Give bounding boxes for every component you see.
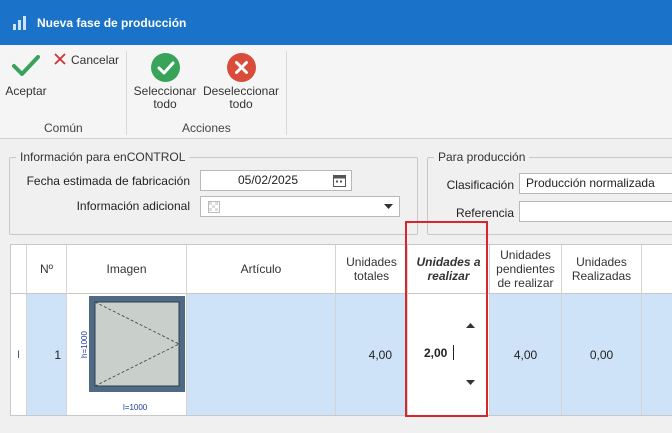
cell-unidades-totales-value: 4,00 <box>368 347 392 362</box>
clasificacion-label: Clasificación <box>446 178 514 192</box>
cell-num-value: 1 <box>54 347 61 362</box>
unidades-realizar-spinner[interactable]: 2,00 <box>408 294 490 415</box>
info-adicional-select[interactable] <box>200 196 400 217</box>
articles-grid: Nº Imagen Artículo Unidades totales Unid… <box>10 244 672 416</box>
cancel-button[interactable]: Cancelar <box>54 53 124 67</box>
ribbon-toolbar: Aceptar Cancelar Común Seleccionar todo … <box>0 45 672 139</box>
select-all-label-line2: todo <box>153 97 177 111</box>
column-header-imagen[interactable]: Imagen <box>67 245 187 294</box>
row-indicator-header <box>11 245 27 294</box>
cell-unidades-realizadas[interactable]: 0,00 <box>562 294 642 415</box>
spinner-down-icon[interactable] <box>466 380 475 386</box>
accept-label: Aceptar <box>5 84 47 98</box>
title-bar: Nueva fase de producción <box>0 0 672 45</box>
cell-imagen[interactable]: h=1000 l=1000 <box>67 294 187 415</box>
text-caret <box>453 345 454 360</box>
cell-extra[interactable] <box>642 294 672 415</box>
window-title: Nueva fase de producción <box>37 15 187 30</box>
cell-unidades-totales[interactable]: 4,00 <box>336 294 408 415</box>
fecha-label: Fecha estimada de fabricación <box>26 174 190 188</box>
app-logo-icon <box>11 14 29 32</box>
cell-unidades-pendientes-value: 4,00 <box>513 347 538 362</box>
group-label-comun: Común <box>44 121 83 135</box>
fecha-input[interactable]: 05/02/2025 <box>200 170 352 191</box>
column-header-unidades-totales[interactable]: Unidades totales <box>336 245 408 294</box>
calendar-icon[interactable] <box>333 174 346 187</box>
column-header-num[interactable]: Nº <box>27 245 67 294</box>
column-header-unidades-pendientes[interactable]: Unidades pendientes de realizar <box>490 245 562 294</box>
info-adicional-label: Información adicional <box>76 199 190 213</box>
close-icon <box>54 53 66 65</box>
referencia-label: Referencia <box>455 206 514 220</box>
row-indicator[interactable]: I <box>11 294 27 415</box>
check-circle-icon <box>150 53 180 82</box>
clasificacion-select[interactable]: Producción normalizada <box>519 173 672 194</box>
dropdown-arrow-icon[interactable] <box>384 204 393 210</box>
column-header-articulo[interactable]: Artículo <box>187 245 336 294</box>
column-header-unidades-realizar[interactable]: Unidades a realizar <box>408 245 490 294</box>
cell-num[interactable]: 1 <box>27 294 67 415</box>
info-encontrol-group: Información para enCONTROL <box>9 150 418 235</box>
unidades-realizar-value: 2,00 <box>424 346 448 360</box>
select-all-button[interactable]: Seleccionar todo <box>131 53 199 111</box>
window-image: h=1000 <box>79 300 89 405</box>
produccion-legend: Para producción <box>438 150 526 164</box>
spinner-up-icon[interactable] <box>466 322 475 328</box>
group-label-acciones: Acciones <box>182 121 231 135</box>
ribbon-separator <box>286 51 287 135</box>
image-height-dim: h=1000 <box>79 331 89 358</box>
clasificacion-value: Producción normalizada <box>526 176 655 190</box>
x-circle-icon <box>226 53 256 82</box>
column-header-unidades-realizadas[interactable]: Unidades Realizadas <box>562 245 642 294</box>
referencia-input[interactable] <box>519 201 672 222</box>
cell-unidades-pendientes[interactable]: 4,00 <box>490 294 562 415</box>
fecha-value: 05/02/2025 <box>237 173 299 187</box>
cancel-label: Cancelar <box>71 53 120 67</box>
accept-button[interactable]: Aceptar <box>4 53 48 98</box>
checkmark-icon <box>12 55 40 76</box>
window-thumbnail-icon <box>89 296 185 392</box>
ribbon-separator <box>126 51 127 135</box>
info-encontrol-legend: Información para enCONTROL <box>20 150 186 164</box>
cell-unidades-realizadas-value: 0,00 <box>589 347 614 362</box>
column-header-extra <box>642 245 672 294</box>
image-width-dim: l=1000 <box>123 403 148 412</box>
deselect-all-label-line2: todo <box>229 97 253 111</box>
deselect-all-button[interactable]: Deseleccionar todo <box>201 53 281 111</box>
cell-articulo[interactable] <box>187 294 336 415</box>
image-placeholder-icon <box>208 201 220 213</box>
